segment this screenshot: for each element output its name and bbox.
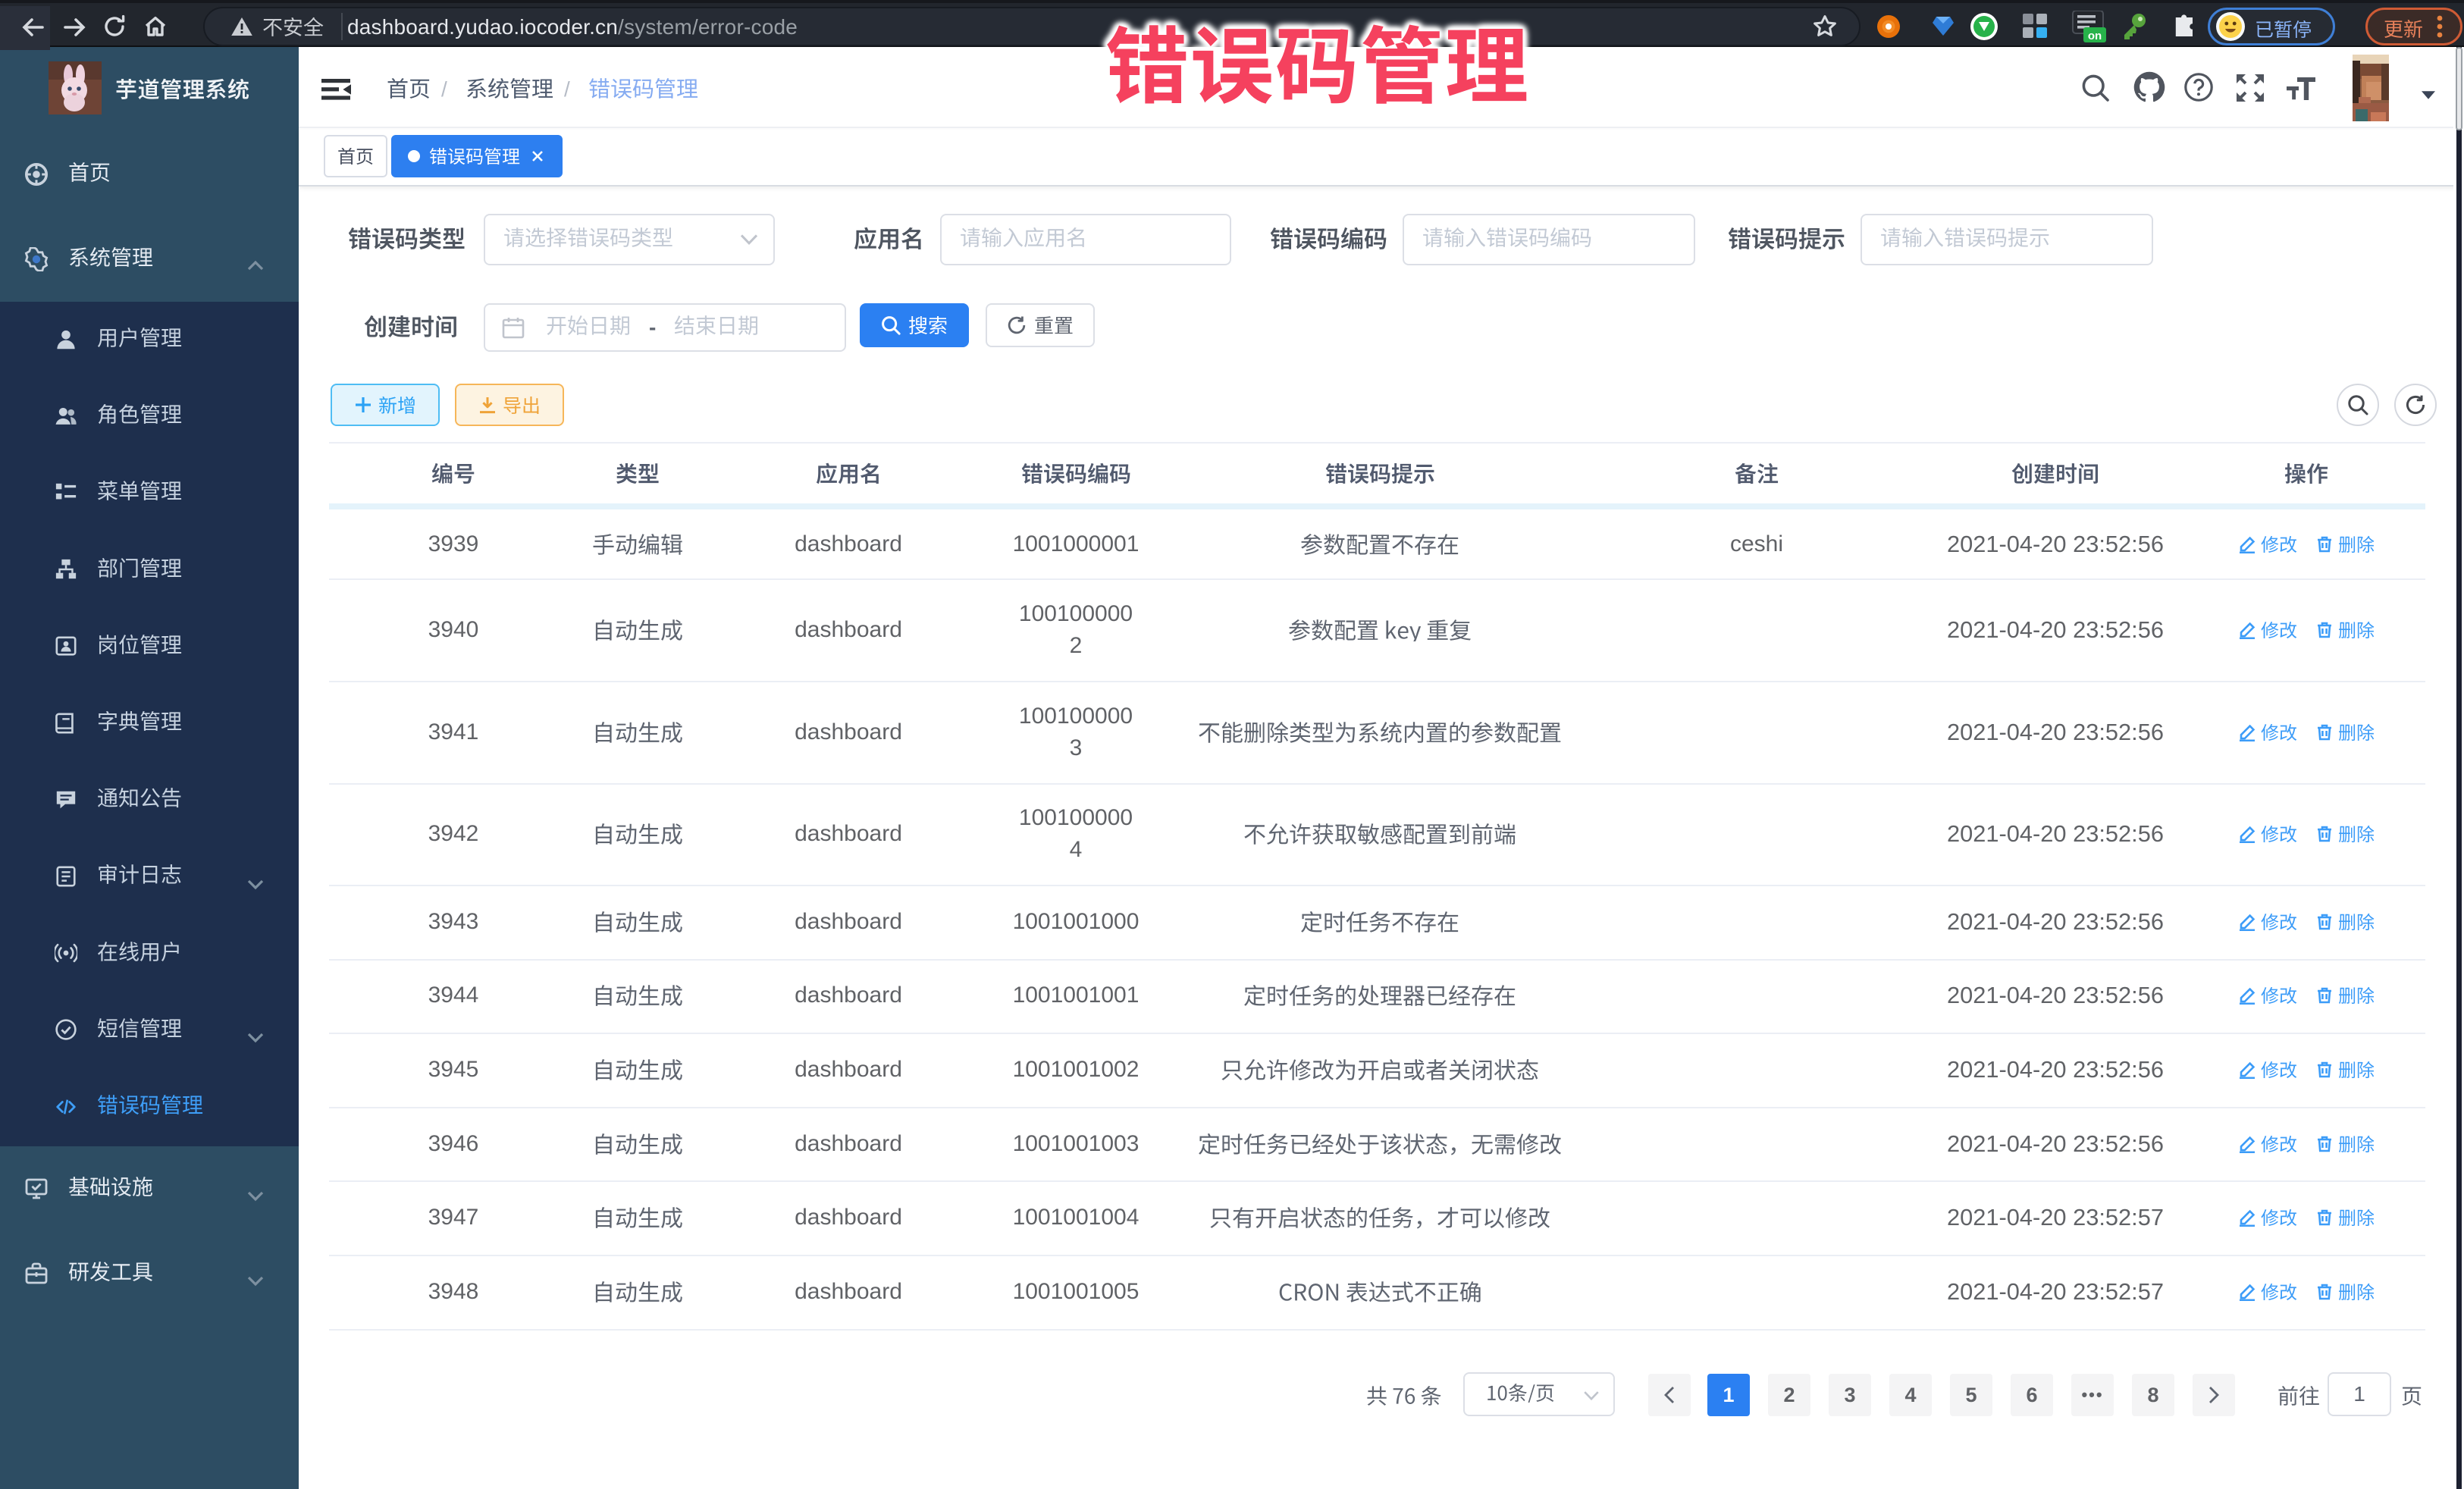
svg-text:on: on: [2088, 30, 2102, 42]
